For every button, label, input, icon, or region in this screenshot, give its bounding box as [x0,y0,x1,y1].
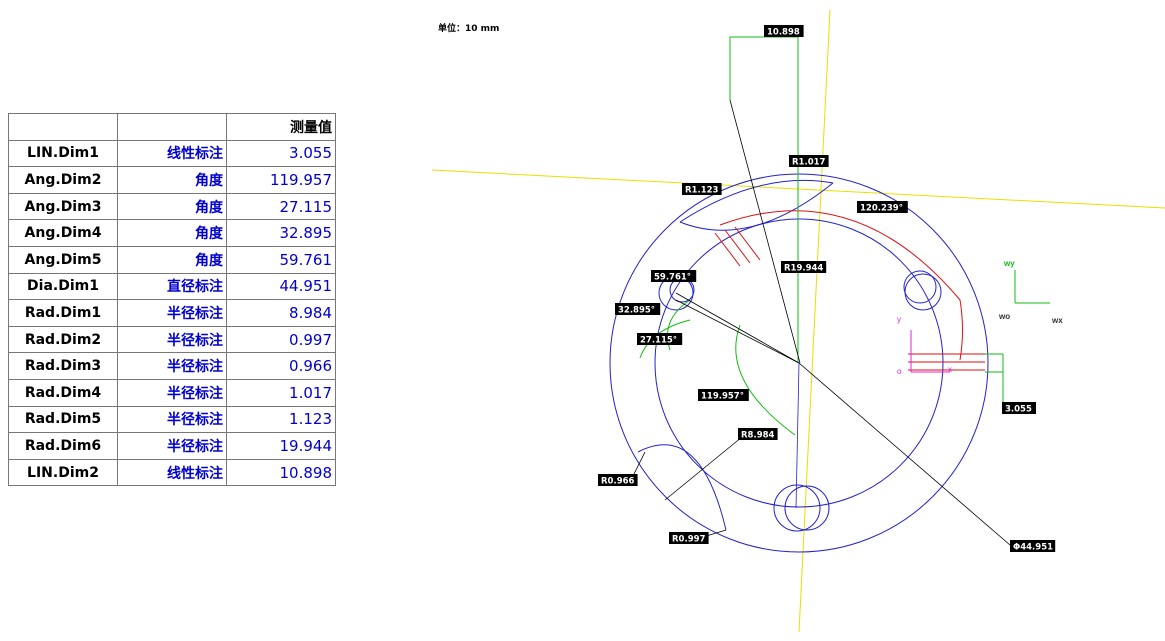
label-text: R0.966 [601,477,635,487]
label-text: 10.898 [767,28,800,38]
label-text: R1.123 [685,186,719,196]
dimension-label-dia: Φ44.951 [1010,540,1056,553]
label-text: R8.984 [741,431,775,441]
tick-group [734,226,761,261]
label-text: 32.895° [618,306,655,316]
dimension-label-a119: 119.957° [698,389,749,402]
dimension-label-a32: 32.895° [615,303,661,316]
dimension-label-r1017: R1.017 [789,155,829,168]
dimension-label-r1123: R1.123 [682,183,722,196]
axis-y-label: y [897,315,901,324]
label-text: Φ44.951 [1013,543,1053,553]
label-text: 27.115° [640,336,677,346]
hole-bottom-1 [773,484,821,532]
dimension-labels: 10.898 R1.017 R1.123 120.239° R19.944 59.761°… [598,25,1056,553]
label-text: 120.239° [860,204,903,214]
dimension-label-a27: 27.115° [637,333,683,346]
label-text: R0.997 [672,535,706,545]
hole-bottom-2 [784,485,830,531]
leader-dia [798,362,1011,546]
label-text: R1.017 [792,158,826,168]
label-text: 119.957° [701,392,744,402]
axis-x-label: x [948,365,952,374]
dimension-label-r0997: R0.997 [669,532,709,545]
dimension-label-a59: 59.761° [651,270,697,283]
local-axes [910,330,950,373]
label-text: R19.944 [784,264,823,274]
dimension-label-a120: 120.239° [857,201,908,214]
vertical-axis-line [798,9,831,633]
center-line-bottom [795,362,800,509]
red-dimensions [714,210,985,371]
leader-a32 [675,299,800,364]
label-text: 59.761° [654,273,691,283]
label-text: 3.055 [1005,405,1032,415]
green-dimensions [639,36,1050,436]
dimension-label-lin2: 10.898 [764,25,804,38]
dimension-label-r0966: R0.966 [598,474,638,487]
unit-label: 单位：10 mm [438,22,499,34]
dimension-label-r8984: R8.984 [738,428,778,441]
dimension-label-lin1: 3.055 [1002,402,1036,415]
arc-r0966 [637,444,727,531]
axis-o-label: o [897,367,902,376]
cad-drawing: 单位：10 mm y o x wy wo wx 10.898R1.017R1.1… [431,9,1165,633]
dimension-label-r19944: R19.944 [781,261,827,274]
leader-a59 [675,292,800,364]
angle-arc-120 [719,210,963,361]
axis-wx-label: wx [1051,316,1063,325]
tick-group [724,229,751,264]
axis-wy-label: wy [1003,259,1015,268]
axis-wo-label: wo [998,312,1010,321]
angle-arc-119 [735,324,796,436]
lin-dim-10898 [729,36,799,363]
